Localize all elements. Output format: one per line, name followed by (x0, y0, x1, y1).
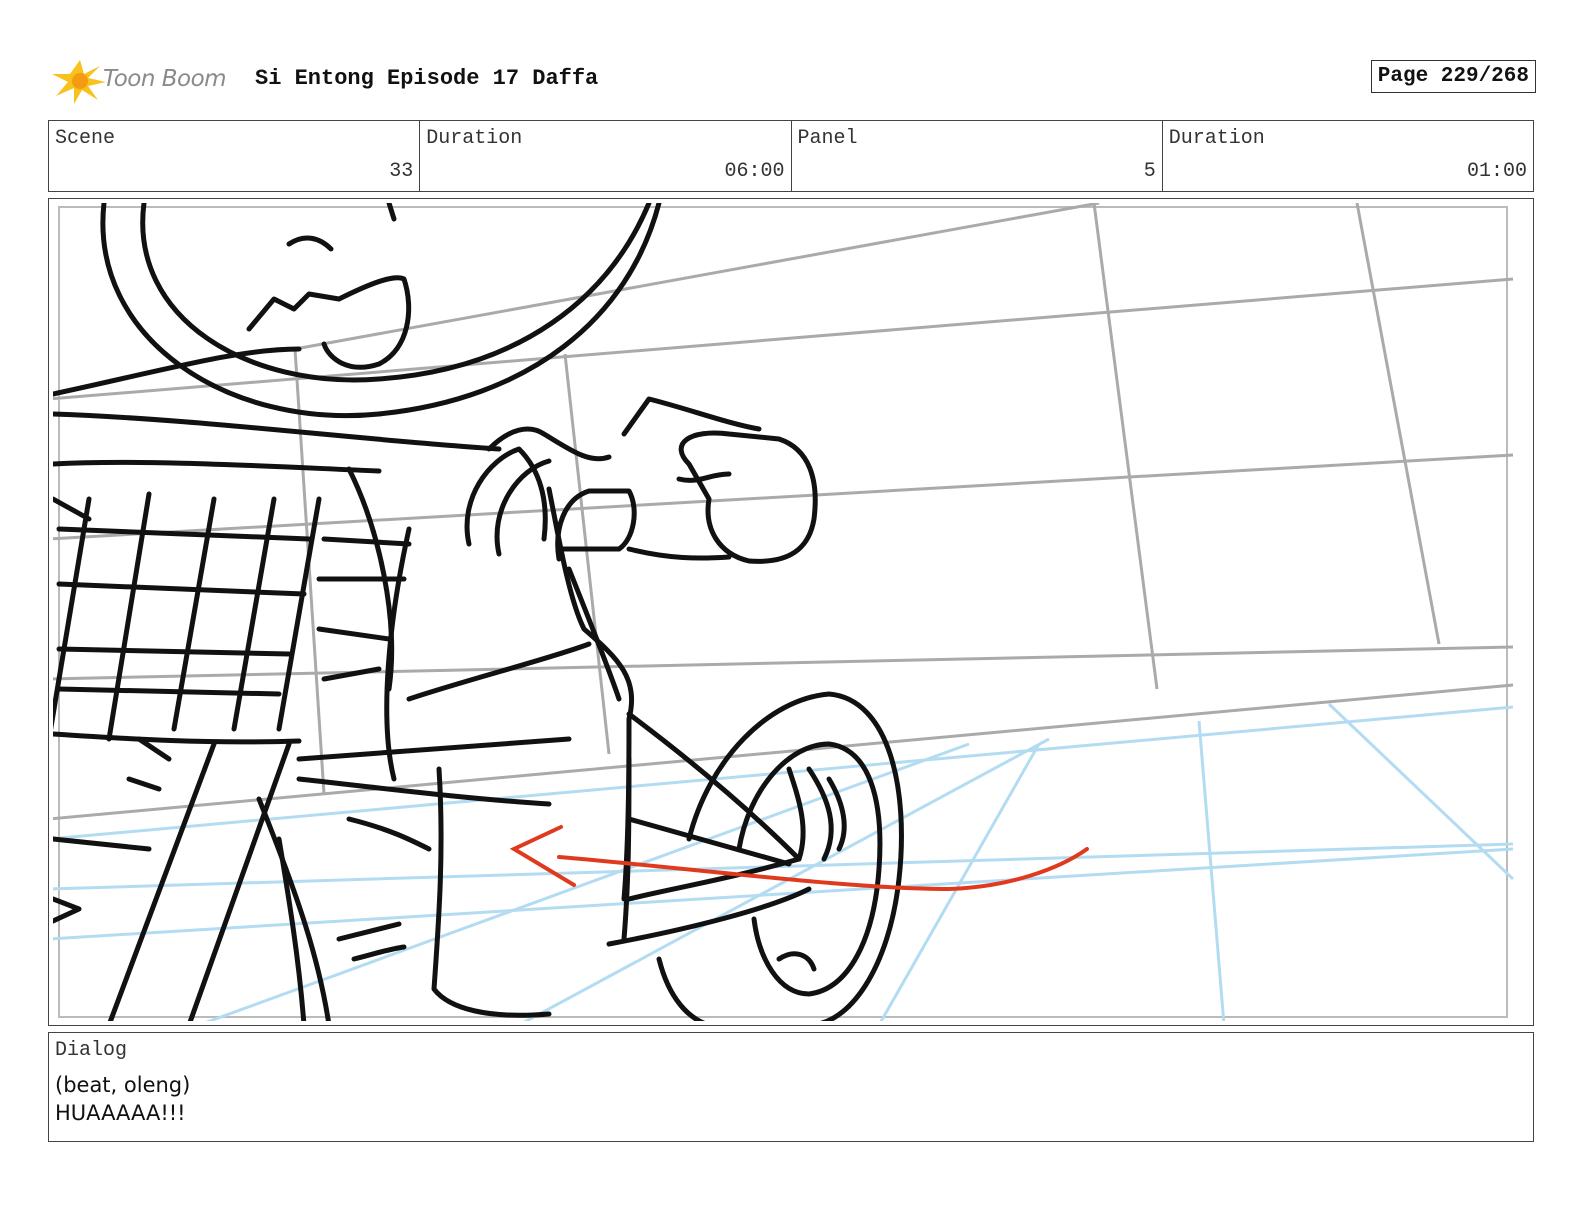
dialog-line-1: (beat, oleng) (55, 1073, 191, 1097)
logo-text: Toon Boom (103, 66, 227, 92)
dialog-line-2: HUAAAAA!!! (55, 1101, 186, 1125)
panel-duration-label: Duration (1168, 127, 1265, 150)
page-header: Toon Boom Si Entong Episode 17 Daffa Pag… (50, 52, 1536, 110)
starburst-icon (52, 60, 106, 104)
panel-label: Panel (797, 127, 858, 150)
panel-info-table: Scene 33 Duration 06:00 Panel 5 Duration… (48, 120, 1534, 192)
panel-value: 5 (1143, 160, 1156, 183)
scene-value: 33 (389, 160, 414, 183)
dialog-label: Dialog (55, 1039, 128, 1062)
panel-cell: Panel 5 (792, 121, 1163, 191)
scene-duration-value: 06:00 (724, 160, 785, 183)
storyboard-title: Si Entong Episode 17 Daffa (255, 66, 599, 91)
panel-duration-cell: Duration 01:00 (1163, 121, 1533, 191)
scene-duration-label: Duration (426, 127, 523, 150)
panel-sketch (53, 203, 1515, 1021)
panel-duration-value: 01:00 (1466, 160, 1527, 183)
toon-boom-logo: Toon Boom (50, 56, 250, 106)
scene-label: Scene (55, 127, 116, 150)
page-number: Page 229/268 (1370, 60, 1536, 93)
scene-duration-cell: Duration 06:00 (420, 121, 792, 191)
storyboard-panel (48, 198, 1534, 1026)
scene-cell: Scene 33 (49, 121, 421, 191)
safe-area-frame (58, 206, 1508, 1018)
dialog-box: Dialog (beat, oleng) HUAAAAA!!! (48, 1032, 1534, 1142)
character-sketch (53, 203, 904, 1021)
